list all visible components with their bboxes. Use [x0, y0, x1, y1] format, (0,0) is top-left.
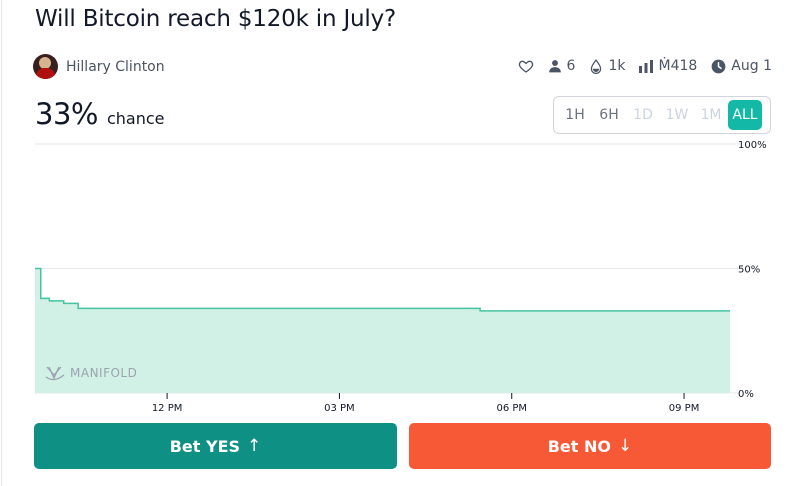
- liquidity-value: 1k: [608, 58, 626, 74]
- y-tick-label: 50%: [738, 265, 760, 276]
- volume-stat[interactable]: Ṁ418: [639, 58, 697, 74]
- probability-chart[interactable]: 100% 50% 0% 12 PM 03 PM 06 PM 09 PM MANIFOLD: [0, 135, 802, 420]
- close-date-stat[interactable]: Aug 1: [711, 58, 772, 74]
- market-title: Will Bitcoin reach $120k in July?: [35, 6, 397, 32]
- probability-value: 33%: [35, 97, 98, 131]
- x-tick-label: 09 PM: [669, 403, 700, 414]
- author-name[interactable]: Hillary Clinton: [66, 59, 165, 75]
- arrow-down-icon: ↓: [618, 436, 633, 456]
- traders-count: 6: [566, 58, 576, 74]
- market-stats: 6 1k Ṁ418 Aug 1: [518, 58, 772, 74]
- close-date: Aug 1: [731, 58, 772, 74]
- author[interactable]: Hillary Clinton: [33, 54, 165, 79]
- clock-icon: [711, 59, 726, 73]
- range-6h[interactable]: 6H: [592, 100, 626, 130]
- range-1h[interactable]: 1H: [558, 100, 592, 130]
- bet-yes-button[interactable]: Bet YES ↑: [34, 423, 397, 469]
- bet-yes-label: Bet YES: [169, 436, 241, 456]
- arrow-up-icon: ↑: [247, 436, 262, 456]
- range-1m: 1M: [700, 107, 722, 123]
- bet-no-button[interactable]: Bet NO ↓: [409, 423, 771, 469]
- probability-label: chance: [106, 109, 165, 128]
- avatar[interactable]: [33, 54, 58, 79]
- x-tick-label: 06 PM: [496, 403, 527, 414]
- range-1w: 1W: [665, 107, 689, 123]
- market-page: Will Bitcoin reach $120k in July? Hillar…: [0, 0, 802, 486]
- droplet-icon: [591, 58, 602, 74]
- bet-no-label: Bet NO: [547, 436, 611, 456]
- volume-value: Ṁ418: [658, 58, 698, 74]
- watermark-text: MANIFOLD: [70, 366, 137, 380]
- probability-area: [35, 268, 730, 393]
- probability-line: [35, 267, 730, 312]
- x-tick-label: 12 PM: [152, 403, 183, 414]
- time-range-selector: 1H 6H 1D 1W 1M ALL: [553, 96, 771, 134]
- range-all[interactable]: ALL: [728, 100, 762, 130]
- like-button[interactable]: [518, 58, 534, 74]
- range-1d: 1D: [633, 107, 653, 123]
- liquidity-stat[interactable]: 1k: [589, 58, 625, 74]
- traders-stat[interactable]: 6: [548, 58, 576, 74]
- user-icon: [548, 60, 561, 73]
- x-tick-label: 03 PM: [324, 403, 355, 414]
- y-tick-label: 100%: [738, 140, 767, 151]
- bar-chart-icon: [639, 59, 654, 73]
- heart-icon: [518, 60, 533, 73]
- y-tick-label: 0%: [738, 389, 754, 400]
- probability-display: 33% chance: [35, 97, 165, 131]
